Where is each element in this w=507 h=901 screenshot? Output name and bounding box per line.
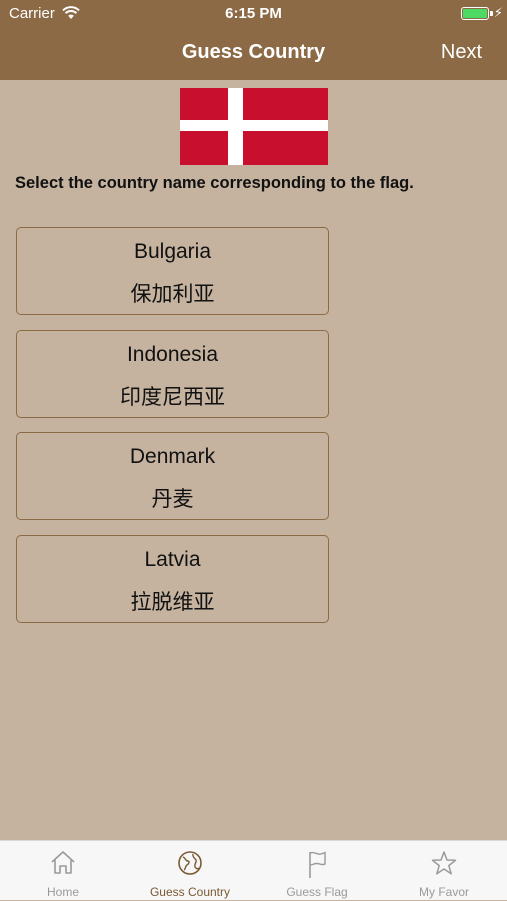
home-icon [49, 849, 77, 880]
tab-home[interactable]: Home [0, 841, 126, 901]
answer-option-bulgaria[interactable]: Bulgaria 保加利亚 [16, 227, 329, 315]
globe-icon [176, 849, 204, 882]
tab-home-label: Home [46, 885, 79, 899]
charging-bolt-icon: ⚡ [493, 5, 503, 20]
battery-icon [461, 7, 489, 20]
option-english-name: Bulgaria [133, 240, 212, 263]
option-english-name: Latvia [144, 548, 201, 571]
answer-option-denmark[interactable]: Denmark 丹麦 [16, 432, 329, 520]
page-title: Guess Country [181, 41, 326, 63]
tab-guess-country-label: Guess Country [149, 885, 231, 899]
tab-guess-flag-label: Guess Flag [286, 885, 348, 899]
battery-tip [490, 11, 493, 16]
status-time: 6:15 PM [225, 5, 282, 22]
option-chinese-name: 保加利亚 [130, 282, 215, 306]
answer-option-latvia[interactable]: Latvia 拉脱维亚 [16, 535, 329, 623]
star-icon [430, 849, 458, 882]
instruction-text: Select the country name corresponding to… [15, 174, 414, 192]
tab-my-favor[interactable]: My Favor [381, 841, 507, 901]
flag-cross-horizontal [180, 120, 328, 131]
option-english-name: Denmark [129, 445, 216, 468]
tab-bar: Home Guess Country Guess Flag My Favor [0, 840, 507, 900]
flag-icon [304, 849, 330, 884]
denmark-flag-image [180, 88, 328, 165]
navigation-header: Carrier 6:15 PM ⚡ Guess Country Next [0, 0, 507, 80]
tab-my-favor-label: My Favor [418, 885, 469, 899]
tab-guess-country[interactable]: Guess Country [127, 841, 253, 901]
option-chinese-name: 印度尼西亚 [120, 385, 225, 409]
option-chinese-name: 拉脱维亚 [130, 590, 215, 614]
tab-guess-flag[interactable]: Guess Flag [254, 841, 380, 901]
next-button[interactable]: Next [441, 41, 482, 64]
option-english-name: Indonesia [126, 343, 219, 366]
answer-option-indonesia[interactable]: Indonesia 印度尼西亚 [16, 330, 329, 418]
option-chinese-name: 丹麦 [151, 487, 194, 511]
status-bar: Carrier 6:15 PM ⚡ [0, 0, 507, 28]
